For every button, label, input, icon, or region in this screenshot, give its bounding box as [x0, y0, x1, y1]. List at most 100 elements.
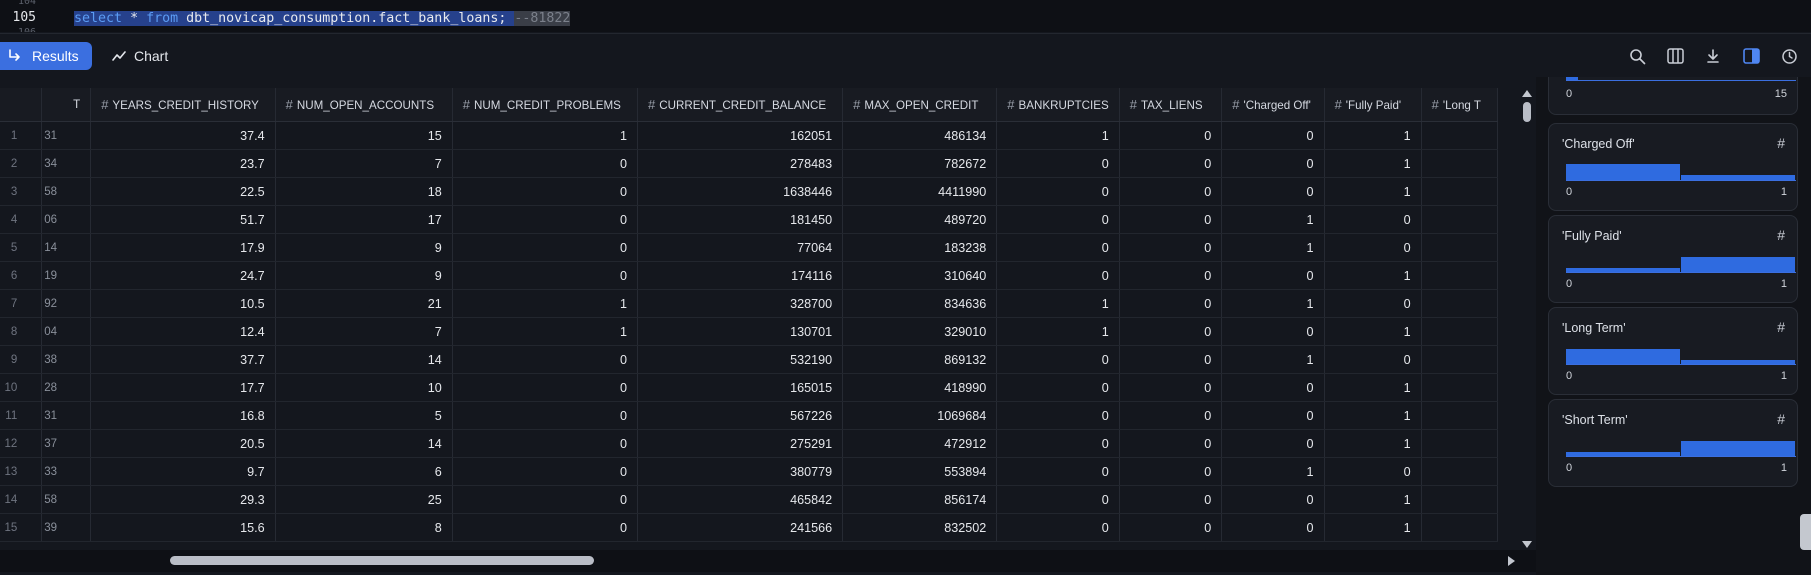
table-cell[interactable]: 310640: [842, 261, 998, 290]
table-cell[interactable]: 28: [41, 373, 92, 402]
table-cell[interactable]: 782672: [842, 149, 998, 178]
table-cell[interactable]: 14: [275, 429, 453, 458]
column-stats-card[interactable]: 'Long Term' #0 1: [1548, 307, 1798, 395]
sql-editor[interactable]: 104 105 106 select * from dbt_novicap_co…: [0, 0, 1811, 32]
table-cell[interactable]: 1: [1324, 177, 1422, 206]
table-cell[interactable]: 20.5: [90, 429, 276, 458]
column-stats-card[interactable]: 'Short Term' #0 1: [1548, 399, 1798, 487]
table-cell[interactable]: 6: [275, 457, 453, 486]
table-cell[interactable]: 380779: [637, 457, 844, 486]
table-cell[interactable]: 486134: [842, 121, 998, 150]
table-cell[interactable]: 1: [452, 317, 638, 346]
table-cell[interactable]: 0: [1119, 485, 1223, 514]
horizontal-scroll-thumb[interactable]: [170, 556, 594, 565]
table-row[interactable]: 5 14 17.9 9 0 77064 183238 0 0 1 0: [0, 233, 1499, 262]
table-cell[interactable]: 31: [41, 401, 92, 430]
table-cell[interactable]: 0: [996, 373, 1120, 402]
table-cell[interactable]: 0: [996, 149, 1120, 178]
table-cell[interactable]: 0: [452, 457, 638, 486]
table-row[interactable]: 6 19 24.7 9 0 174116 310640 0 0 0 1: [0, 261, 1499, 290]
column-stats-card[interactable]: 'Charged Off' #0 1: [1548, 123, 1798, 211]
table-cell[interactable]: 9.7: [90, 457, 276, 486]
scroll-up-arrow-icon[interactable]: [1522, 90, 1532, 97]
table-cell[interactable]: 0: [1119, 373, 1223, 402]
table-cell[interactable]: 567226: [637, 401, 844, 430]
table-cell[interactable]: 0: [996, 513, 1120, 542]
table-cell[interactable]: 24.7: [90, 261, 276, 290]
table-cell[interactable]: 21: [275, 289, 453, 318]
table-row[interactable]: 2 34 23.7 7 0 278483 782672 0 0 0 1: [0, 149, 1499, 178]
table-row[interactable]: 10 28 17.7 10 0 165015 418990 0 0 0 1: [0, 373, 1499, 402]
table-cell[interactable]: 465842: [637, 485, 844, 514]
column-header[interactable]: # NUM_CREDIT_PROBLEMS: [452, 88, 638, 122]
table-cell[interactable]: [1421, 261, 1499, 290]
table-cell[interactable]: 14: [275, 345, 453, 374]
table-cell[interactable]: 1638446: [637, 177, 844, 206]
table-cell[interactable]: 275291: [637, 429, 844, 458]
table-cell[interactable]: 19: [41, 261, 92, 290]
table-cell[interactable]: 0: [452, 485, 638, 514]
table-cell[interactable]: 0: [1221, 149, 1325, 178]
table-cell[interactable]: 0: [1324, 233, 1422, 262]
table-cell[interactable]: 7: [275, 149, 453, 178]
download-icon[interactable]: [1704, 47, 1722, 65]
table-cell[interactable]: 7: [275, 317, 453, 346]
table-cell[interactable]: 37: [41, 429, 92, 458]
column-header[interactable]: # TAX_LIENS: [1119, 88, 1223, 122]
table-cell[interactable]: 15.6: [90, 513, 276, 542]
table-cell[interactable]: 25: [275, 485, 453, 514]
table-cell[interactable]: 0: [996, 345, 1120, 374]
table-cell[interactable]: 0: [1221, 485, 1325, 514]
table-cell[interactable]: 0: [1119, 513, 1223, 542]
table-cell[interactable]: 0: [1221, 373, 1325, 402]
scroll-right-arrow-icon[interactable]: [1508, 556, 1515, 566]
table-cell[interactable]: 869132: [842, 345, 998, 374]
table-cell[interactable]: 1: [1221, 345, 1325, 374]
table-row[interactable]: 13 33 9.7 6 0 380779 553894 0 0 1 0: [0, 457, 1499, 486]
table-cell[interactable]: 0: [996, 261, 1120, 290]
table-cell[interactable]: 0: [1119, 317, 1223, 346]
vertical-scroll-thumb[interactable]: [1523, 102, 1531, 122]
table-cell[interactable]: 1: [1221, 205, 1325, 234]
table-cell[interactable]: [1421, 317, 1499, 346]
table-cell[interactable]: 9: [275, 261, 453, 290]
table-cell[interactable]: 1: [996, 121, 1120, 150]
table-cell[interactable]: 0: [452, 177, 638, 206]
column-header[interactable]: # NUM_OPEN_ACCOUNTS: [275, 88, 453, 122]
table-cell[interactable]: 0: [1221, 177, 1325, 206]
table-cell[interactable]: 33: [41, 457, 92, 486]
table-row[interactable]: 11 31 16.8 5 0 567226 1069684 0 0 0 1: [0, 401, 1499, 430]
table-row[interactable]: 14 58 29.3 25 0 465842 856174 0 0 0 1: [0, 485, 1499, 514]
table-cell[interactable]: 181450: [637, 205, 844, 234]
table-cell[interactable]: 0: [1119, 345, 1223, 374]
table-cell[interactable]: 06: [41, 205, 92, 234]
table-cell[interactable]: 31: [41, 121, 92, 150]
table-cell[interactable]: 0: [996, 457, 1120, 486]
table-cell[interactable]: 0: [1119, 177, 1223, 206]
table-cell[interactable]: 92: [41, 289, 92, 318]
table-cell[interactable]: 14: [41, 233, 92, 262]
table-cell[interactable]: 0: [452, 149, 638, 178]
tab-results[interactable]: Results: [0, 42, 92, 70]
table-cell[interactable]: 34: [41, 149, 92, 178]
table-cell[interactable]: 9: [275, 233, 453, 262]
table-cell[interactable]: 22.5: [90, 177, 276, 206]
table-cell[interactable]: 18: [275, 177, 453, 206]
table-cell[interactable]: 0: [996, 429, 1120, 458]
table-cell[interactable]: 1: [1324, 261, 1422, 290]
table-cell[interactable]: 0: [1119, 401, 1223, 430]
table-cell[interactable]: 1: [1221, 233, 1325, 262]
table-cell[interactable]: 1: [452, 289, 638, 318]
table-cell[interactable]: 328700: [637, 289, 844, 318]
table-cell[interactable]: 130701: [637, 317, 844, 346]
table-cell[interactable]: [1421, 205, 1499, 234]
table-cell[interactable]: 1069684: [842, 401, 998, 430]
table-cell[interactable]: 1: [1324, 513, 1422, 542]
column-header[interactable]: # MAX_OPEN_CREDIT: [842, 88, 998, 122]
table-cell[interactable]: 17.9: [90, 233, 276, 262]
table-cell[interactable]: 0: [1324, 289, 1422, 318]
column-header[interactable]: T: [41, 88, 92, 122]
table-cell[interactable]: 0: [452, 429, 638, 458]
table-cell[interactable]: 0: [452, 261, 638, 290]
table-row[interactable]: 3 58 22.5 18 0 1638446 4411990 0 0 0 1: [0, 177, 1499, 206]
